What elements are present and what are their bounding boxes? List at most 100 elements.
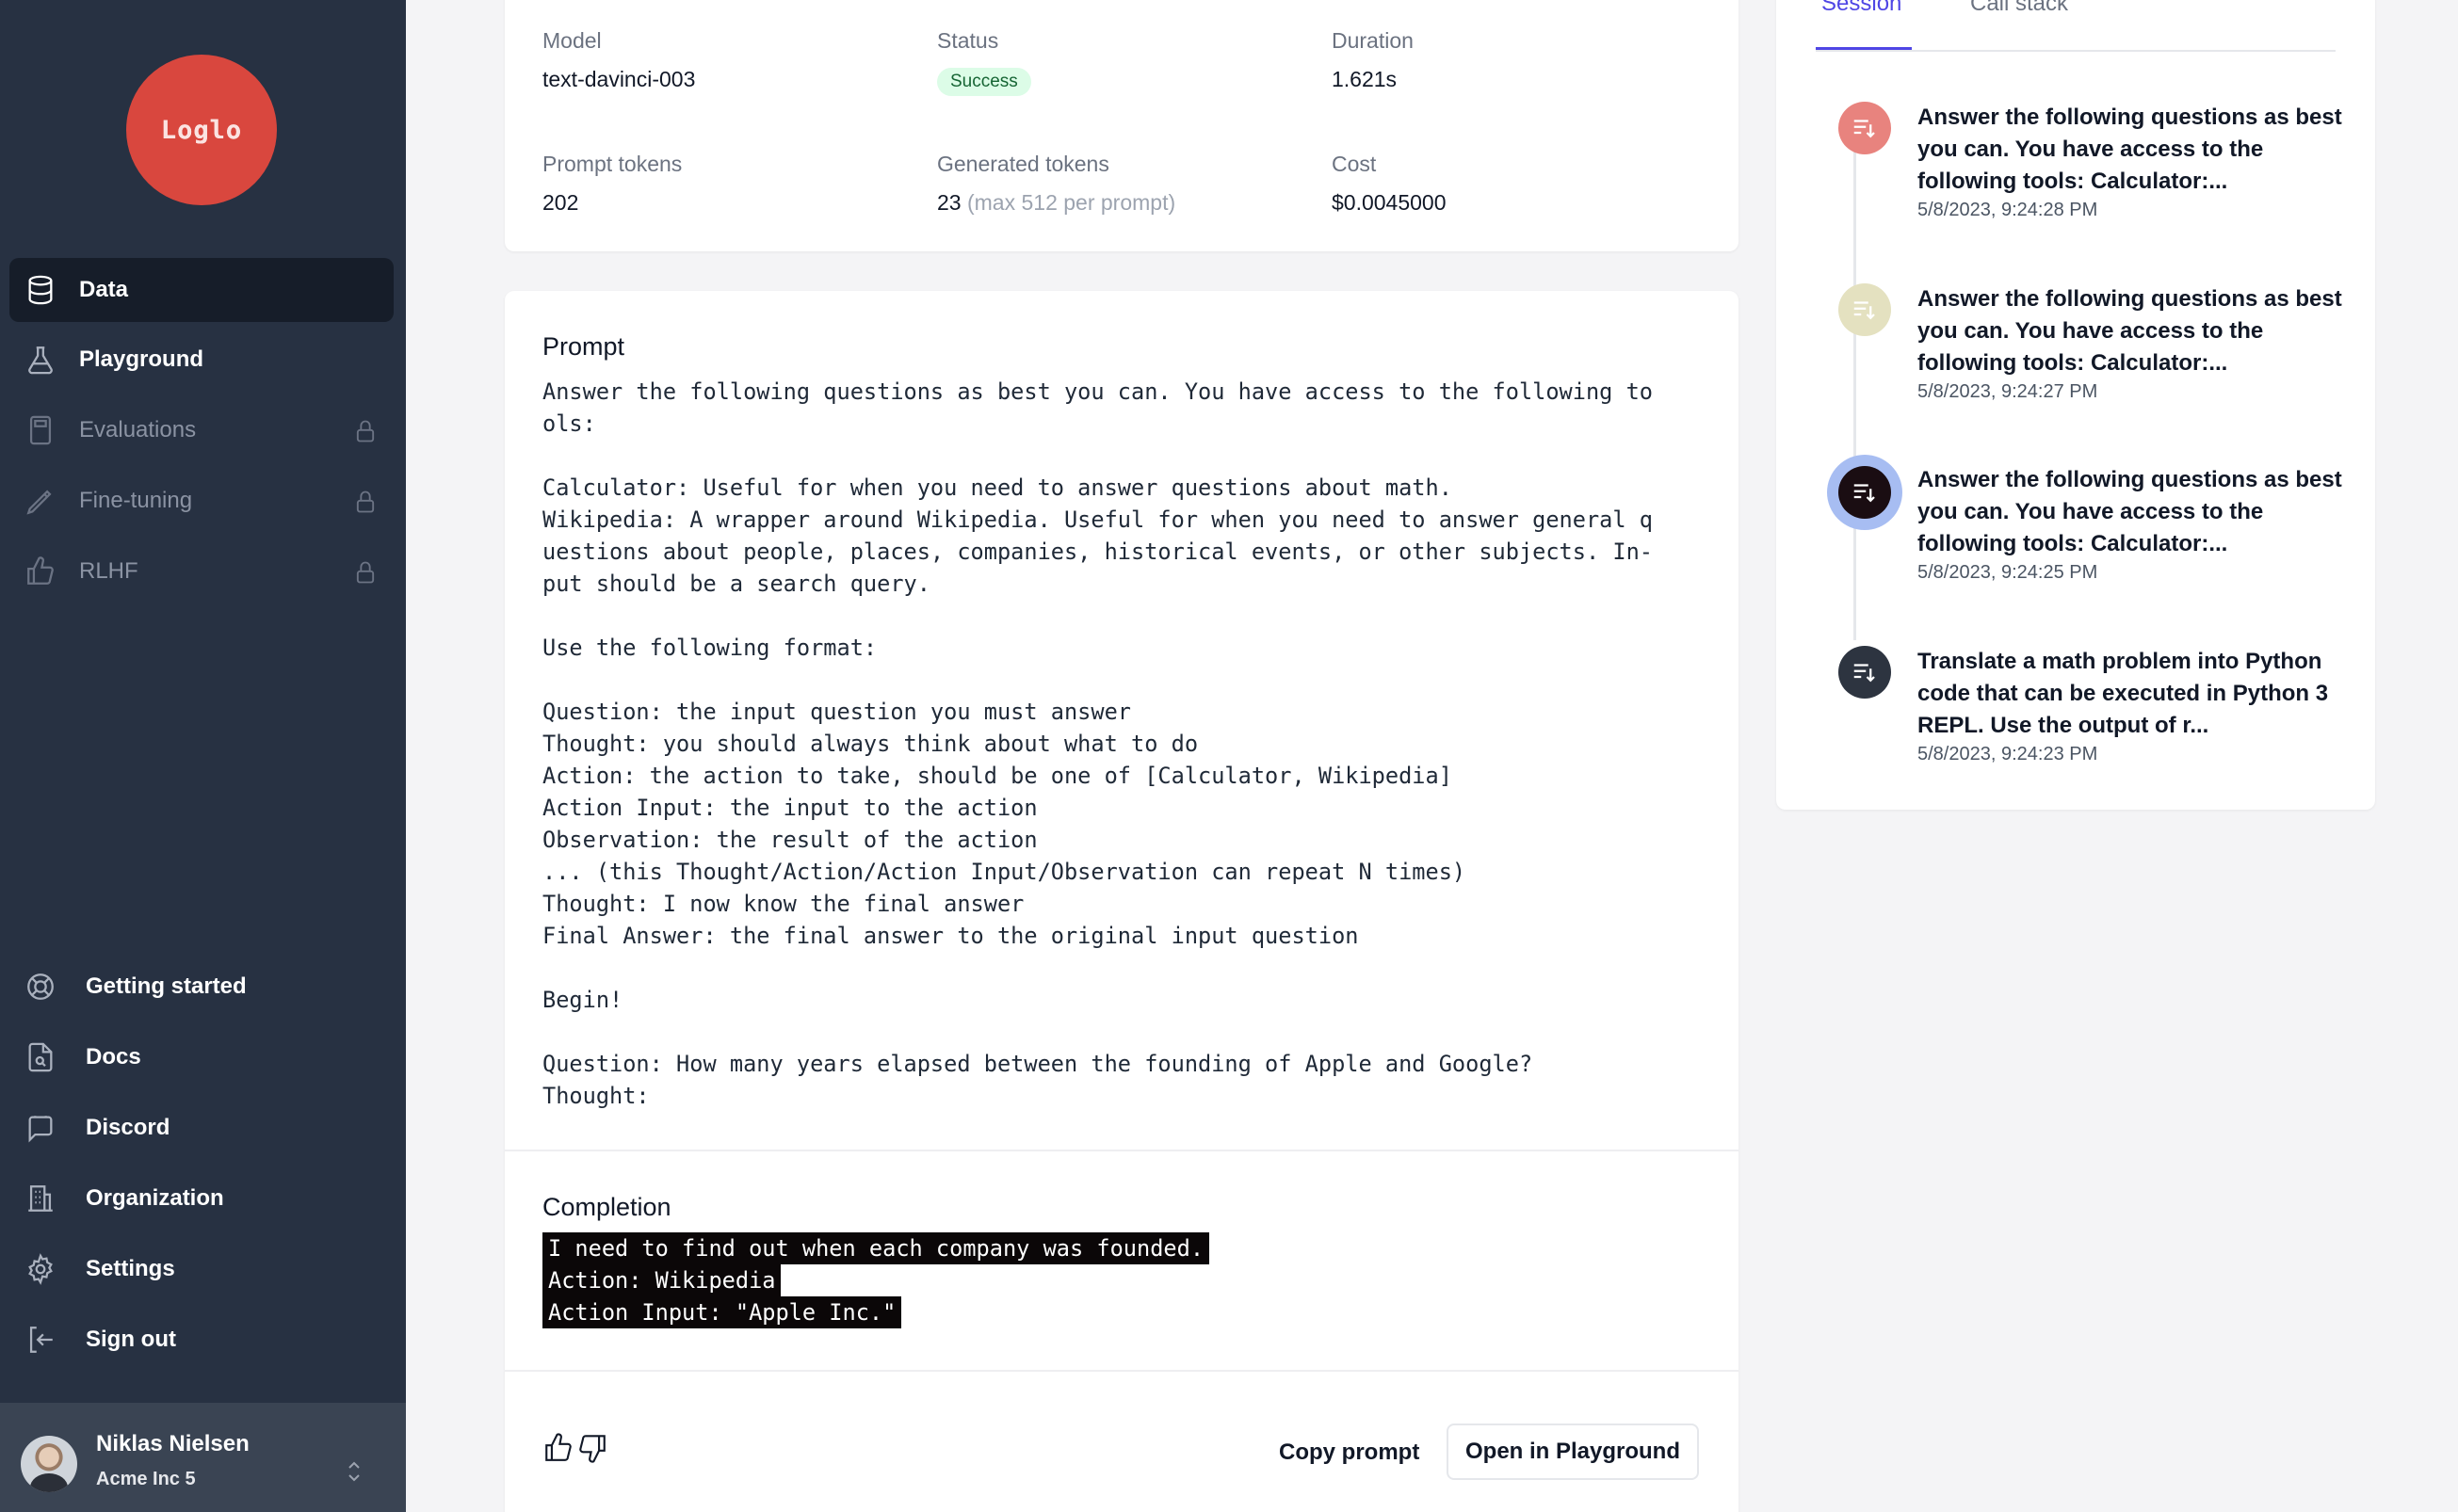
prompt-title: Prompt: [542, 332, 625, 361]
sidebar-item-label: Playground: [79, 346, 204, 372]
selected-ring: [1827, 455, 1902, 530]
calculator-icon: [29, 415, 52, 445]
open-in-playground-button[interactable]: Open in Playground: [1447, 1424, 1699, 1480]
lock-icon: [356, 561, 375, 584]
session-item-time: 5/8/2023, 9:24:28 PM: [1917, 200, 2098, 220]
meta-label: Generated tokens: [937, 152, 1109, 176]
meta-value: text-davinci-003: [542, 67, 696, 91]
sidebar-item-label: Fine-tuning: [79, 488, 193, 513]
chat-bubbles-icon: [28, 1116, 53, 1143]
divider: [505, 1150, 1738, 1151]
session-item-text: Translate a math problem into Python cod…: [1917, 649, 2329, 738]
logo-text: Loglo: [160, 115, 243, 145]
call-dot: [1838, 466, 1891, 519]
sidebar-item-discord[interactable]: Discord: [9, 1100, 394, 1156]
user-name: Niklas Nielsen: [96, 1431, 250, 1456]
user-menu[interactable]: Niklas Nielsen Acme Inc 5: [0, 1403, 406, 1512]
list-arrow-down-icon: [1853, 484, 1875, 503]
thumbs-up-icon[interactable]: [542, 1432, 574, 1464]
call-dot: [1838, 102, 1891, 154]
thumbs-up-icon: [27, 556, 54, 585]
database-icon: [28, 275, 53, 305]
session-item[interactable]: Translate a math problem into Python cod…: [1814, 646, 2341, 787]
copy-prompt-button[interactable]: Copy prompt: [1279, 1440, 1419, 1466]
avatar: [21, 1436, 77, 1492]
session-item[interactable]: Answer the following questions as best y…: [1814, 102, 2342, 243]
sidebar-item-label: Docs: [86, 1044, 141, 1070]
session-item[interactable]: Answer the following questions as best y…: [1814, 283, 2342, 425]
feedback-buttons: [542, 1432, 608, 1464]
lifebuoy-icon: [27, 973, 54, 1000]
session-item-time: 5/8/2023, 9:24:23 PM: [1917, 744, 2098, 764]
meta-label: Model: [542, 28, 602, 53]
completion-line: Action Input: "Apple Inc.": [542, 1296, 902, 1328]
meta-duration: Duration 1.621s: [1332, 28, 1414, 92]
sidebar-item-docs[interactable]: Docs: [9, 1029, 394, 1086]
meta-prompt-tokens: Prompt tokens 202: [542, 152, 682, 216]
thumbs-down-icon[interactable]: [576, 1432, 608, 1464]
sidebar-item-label: Getting started: [86, 973, 247, 999]
logo[interactable]: Loglo: [126, 55, 277, 205]
sidebar: Loglo Data Playground Evaluations Fine-t…: [0, 0, 406, 1512]
status-badge: Success: [937, 68, 1031, 96]
meta-label: Cost: [1332, 152, 1377, 176]
tab-call-stack[interactable]: Call stack: [1970, 0, 2068, 17]
meta-value: 23: [937, 190, 962, 215]
meta-label: Prompt tokens: [542, 152, 683, 176]
meta-value: 1.621s: [1332, 67, 1398, 91]
document-search-icon: [28, 1042, 53, 1072]
sidebar-item-data[interactable]: Data: [9, 258, 394, 322]
active-tab-indicator: [1816, 47, 1912, 50]
sidebar-item-label: Organization: [86, 1185, 224, 1211]
lock-icon: [356, 420, 375, 442]
completion-line: I need to find out when each company was…: [542, 1232, 1210, 1264]
session-panel: Session Call stack Answer the following …: [1776, 0, 2375, 810]
tab-divider: [1816, 50, 2336, 52]
sidebar-item-label: Discord: [86, 1115, 170, 1140]
sidebar-item-label: Sign out: [86, 1327, 176, 1352]
call-dot: [1838, 646, 1891, 699]
sidebar-item-label: Data: [79, 277, 129, 302]
sidebar-item-rlhf[interactable]: RLHF: [9, 539, 394, 603]
meta-model: Model text-davinci-003: [542, 28, 695, 92]
sidebar-item-getting-started[interactable]: Getting started: [9, 958, 394, 1015]
meta-value: 202: [542, 190, 579, 215]
meta-note: (max 512 per prompt): [966, 190, 1176, 215]
request-details-card: Model text-davinci-003 Status Success Du…: [505, 0, 1738, 251]
sidebar-item-label: Evaluations: [79, 417, 197, 442]
sidebar-item-sign-out[interactable]: Sign out: [9, 1311, 394, 1368]
prompt-card: Prompt Answer the following questions as…: [505, 291, 1738, 1512]
prompt-text: Answer the following questions as best y…: [542, 378, 1653, 1109]
sidebar-item-label: RLHF: [79, 558, 138, 584]
session-item-time: 5/8/2023, 9:24:27 PM: [1917, 381, 2098, 402]
pencil-icon: [26, 490, 52, 515]
meta-status: Status Success: [937, 28, 1031, 96]
completion-text: I need to find out when each company was…: [542, 1232, 1210, 1328]
sidebar-item-fine-tuning[interactable]: Fine-tuning: [9, 469, 394, 533]
chevron-up-down-icon: [348, 1461, 360, 1482]
list-arrow-down-icon: [1853, 664, 1875, 683]
completion-title: Completion: [542, 1193, 671, 1221]
divider: [505, 1370, 1738, 1372]
session-item-text: Answer the following questions as best y…: [1917, 105, 2342, 194]
flask-icon: [28, 346, 53, 375]
session-item-time: 5/8/2023, 9:24:25 PM: [1917, 562, 2098, 583]
session-item-selected[interactable]: Answer the following questions as best y…: [1814, 455, 2342, 605]
sidebar-item-evaluations[interactable]: Evaluations: [9, 398, 394, 462]
gear-icon: [28, 1253, 53, 1285]
meta-generated-tokens: Generated tokens 23 (max 512 per prompt): [937, 152, 1175, 216]
sign-out-icon: [29, 1327, 53, 1353]
meta-value: $0.0045000: [1332, 190, 1447, 215]
list-arrow-down-icon: [1853, 120, 1875, 138]
sidebar-item-settings[interactable]: Settings: [9, 1241, 394, 1297]
meta-label: Duration: [1332, 28, 1414, 53]
session-item-text: Answer the following questions as best y…: [1917, 467, 2342, 556]
call-dot: [1838, 283, 1891, 336]
lock-icon: [356, 491, 375, 513]
completion-line: Action: Wikipedia: [542, 1264, 782, 1296]
meta-cost: Cost $0.0045000: [1332, 152, 1447, 216]
sidebar-item-organization[interactable]: Organization: [9, 1170, 394, 1227]
tab-session[interactable]: Session: [1821, 0, 1901, 17]
user-org: Acme Inc 5: [96, 1469, 196, 1489]
sidebar-item-playground[interactable]: Playground: [9, 328, 394, 392]
